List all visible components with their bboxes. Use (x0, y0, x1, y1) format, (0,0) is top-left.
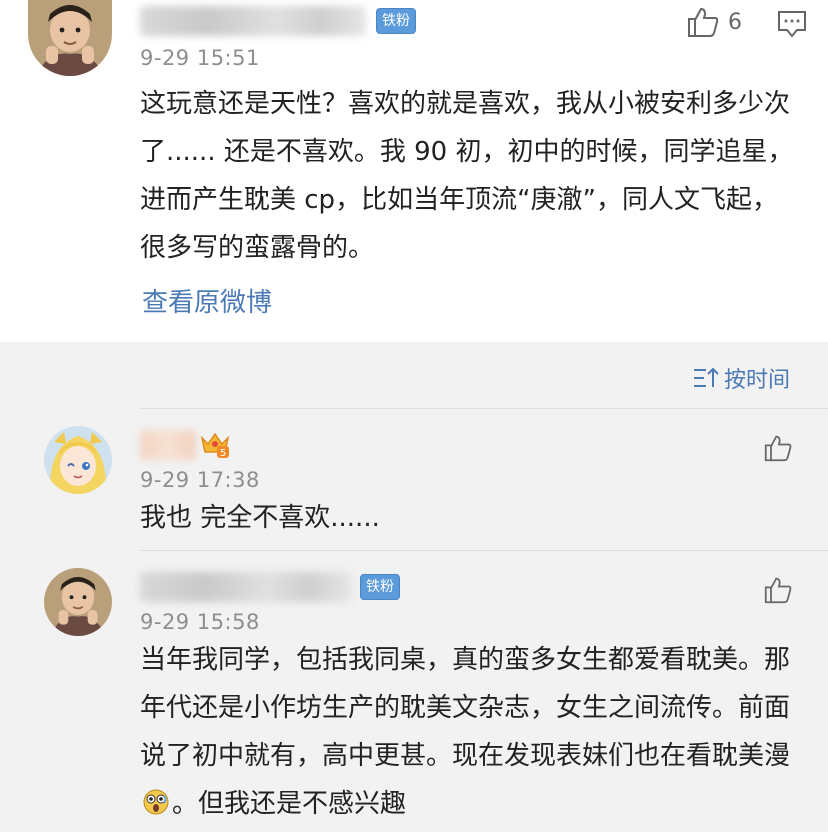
post-author-avatar[interactable] (28, 0, 112, 76)
comment-text-part: 。但我还是不感兴趣 (172, 789, 407, 819)
comment-text: 当年我同学，包括我同桌，真的蛮多女生都爱看耽美。那年代还是小作坊生产的耽美文杂志… (140, 636, 790, 828)
view-original-link[interactable]: 查看原微博 (142, 282, 272, 319)
commenter-avatar[interactable] (44, 426, 112, 494)
surprised-face-emoji (142, 784, 170, 815)
divider (140, 408, 828, 409)
comment-time: 9-29 17:38 (140, 468, 260, 492)
comment-icon[interactable] (777, 10, 807, 42)
sort-icon (692, 366, 720, 396)
fan-badge: 铁粉 (376, 8, 416, 34)
commenter-avatar[interactable] (44, 568, 112, 636)
comment-text-part: 当年我同学，包括我同桌，真的蛮多女生都爱看耽美。那年代还是小作坊生产的耽美文杂志… (140, 645, 791, 771)
original-post-card: 铁粉 6 9-29 15:51 这玩意还是天性？喜欢的就是喜欢，我从小被安利多少… (0, 0, 828, 342)
sort-by-time-button[interactable]: 按时间 (692, 362, 790, 396)
comment-text: 我也 完全不喜欢...... (140, 503, 380, 533)
post-author-name-blurred[interactable] (140, 6, 366, 36)
comment-time: 9-29 15:58 (140, 610, 260, 634)
thumbs-up-icon[interactable] (686, 6, 720, 42)
svg-text:5: 5 (220, 448, 226, 458)
sort-label: 按时间 (724, 368, 791, 393)
commenter-name-blurred[interactable] (140, 572, 352, 602)
thumbs-up-icon[interactable] (763, 576, 793, 608)
thumbs-up-icon[interactable] (763, 434, 793, 466)
post-text: 这玩意还是天性？喜欢的就是喜欢，我从小被安利多少次了...... 还是不喜欢。我… (140, 89, 794, 263)
commenter-name-blurred[interactable] (140, 430, 196, 460)
divider (140, 550, 828, 551)
fan-badge: 铁粉 (360, 574, 400, 600)
post-time: 9-29 15:51 (140, 46, 260, 70)
post-like-count: 6 (728, 10, 742, 35)
crown-level-icon: 5 (200, 430, 230, 459)
